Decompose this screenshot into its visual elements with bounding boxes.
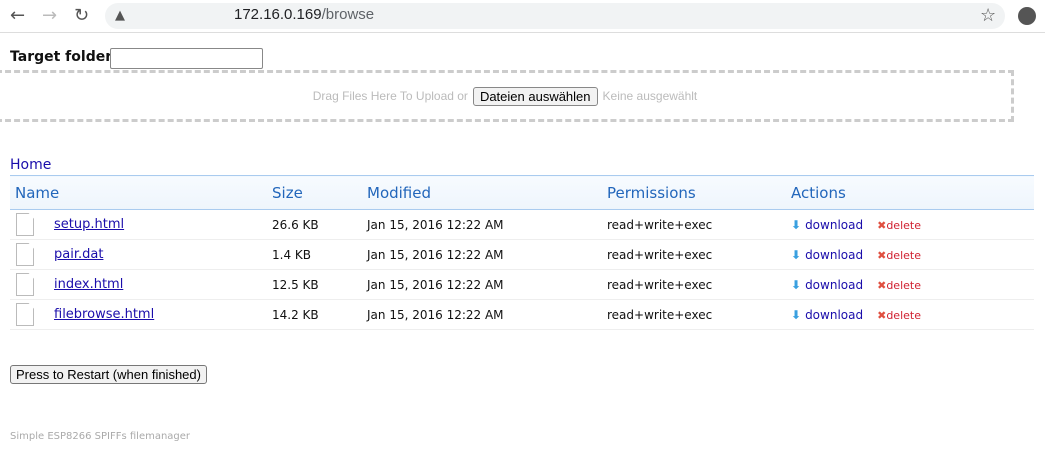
- file-modified: Jan 15, 2016 12:22 AM: [367, 269, 607, 300]
- download-link[interactable]: ⬇ download: [791, 248, 863, 262]
- reload-icon[interactable]: ↻: [74, 5, 89, 26]
- file-icon: [16, 213, 34, 236]
- file-size: 14.2 KB: [272, 299, 367, 330]
- restart-button[interactable]: Press to Restart (when finished): [10, 365, 207, 384]
- table-row: setup.html 26.6 KB Jan 15, 2016 12:22 AM…: [10, 209, 1034, 240]
- download-label: download: [805, 217, 864, 232]
- delete-x-icon: ✖: [877, 218, 887, 232]
- delete-label: delete: [886, 218, 921, 232]
- file-permissions: read+write+exec: [607, 209, 791, 240]
- header-actions: Actions: [791, 175, 1034, 210]
- delete-label: delete: [886, 308, 921, 322]
- file-name-link[interactable]: index.html: [54, 277, 123, 292]
- file-permissions: read+write+exec: [607, 269, 791, 300]
- file-table: Name Size Modified Permissions Actions s…: [10, 175, 1034, 330]
- delete-link[interactable]: ✖delete: [877, 219, 921, 232]
- file-size: 1.4 KB: [272, 239, 367, 270]
- delete-x-icon: ✖: [877, 308, 887, 322]
- upload-dropzone[interactable]: Drag Files Here To Upload or Dateien aus…: [0, 70, 1014, 122]
- download-link[interactable]: ⬇ download: [791, 308, 863, 322]
- download-arrow-icon: ⬇: [791, 307, 802, 322]
- file-modified: Jan 15, 2016 12:22 AM: [367, 209, 607, 240]
- profile-icon[interactable]: [1018, 7, 1036, 25]
- delete-label: delete: [886, 278, 921, 292]
- back-icon[interactable]: ←: [10, 5, 25, 26]
- file-size: 26.6 KB: [272, 209, 367, 240]
- choose-files-button[interactable]: Dateien auswählen: [472, 86, 598, 106]
- download-arrow-icon: ⬇: [791, 277, 802, 292]
- target-folder-label: Target folder: [10, 49, 113, 65]
- bookmark-star-icon[interactable]: ☆: [980, 5, 996, 26]
- file-icon: [16, 243, 34, 266]
- table-row: filebrowse.html 14.2 KB Jan 15, 2016 12:…: [10, 299, 1034, 330]
- footer-text: Simple ESP8266 SPIFFs filemanager: [10, 431, 191, 442]
- header-name[interactable]: Name: [10, 175, 272, 210]
- delete-x-icon: ✖: [877, 248, 887, 262]
- download-arrow-icon: ⬇: [791, 247, 802, 262]
- url-host: 172.16.0.169: [234, 6, 322, 23]
- download-link[interactable]: ⬇ download: [791, 278, 863, 292]
- table-row: pair.dat 1.4 KB Jan 15, 2016 12:22 AM re…: [10, 239, 1034, 270]
- warning-icon[interactable]: ▲: [115, 8, 125, 23]
- breadcrumb-home[interactable]: Home: [10, 157, 51, 173]
- file-name-link[interactable]: setup.html: [54, 217, 124, 232]
- file-icon: [16, 303, 34, 326]
- file-permissions: read+write+exec: [607, 239, 791, 270]
- header-size[interactable]: Size: [272, 175, 367, 210]
- table-row: index.html 12.5 KB Jan 15, 2016 12:22 AM…: [10, 269, 1034, 300]
- download-label: download: [805, 277, 864, 292]
- delete-x-icon: ✖: [877, 278, 887, 292]
- download-arrow-icon: ⬇: [791, 217, 802, 232]
- delete-label: delete: [886, 248, 921, 262]
- delete-link[interactable]: ✖delete: [877, 309, 921, 322]
- file-name-link[interactable]: filebrowse.html: [54, 307, 154, 322]
- file-icon: [16, 273, 34, 296]
- file-size: 12.5 KB: [272, 269, 367, 300]
- header-modified[interactable]: Modified: [367, 175, 607, 210]
- file-permissions: read+write+exec: [607, 299, 791, 330]
- no-file-text: Keine ausgewählt: [602, 89, 698, 103]
- url-text[interactable]: 172.16.0.169/browse: [234, 6, 374, 23]
- header-permissions[interactable]: Permissions: [607, 175, 791, 210]
- forward-icon[interactable]: →: [42, 5, 57, 26]
- drop-text: Drag Files Here To Upload or: [312, 89, 468, 103]
- target-folder-input[interactable]: [110, 48, 263, 69]
- download-label: download: [805, 307, 864, 322]
- download-link[interactable]: ⬇ download: [791, 218, 863, 232]
- url-path: /browse: [321, 6, 375, 23]
- delete-link[interactable]: ✖delete: [877, 249, 921, 262]
- delete-link[interactable]: ✖delete: [877, 279, 921, 292]
- file-modified: Jan 15, 2016 12:22 AM: [367, 239, 607, 270]
- file-name-link[interactable]: pair.dat: [54, 247, 103, 262]
- browser-toolbar: ← → ↻ ▲ 172.16.0.169/browse ☆: [0, 0, 1045, 33]
- file-modified: Jan 15, 2016 12:22 AM: [367, 299, 607, 330]
- download-label: download: [805, 247, 864, 262]
